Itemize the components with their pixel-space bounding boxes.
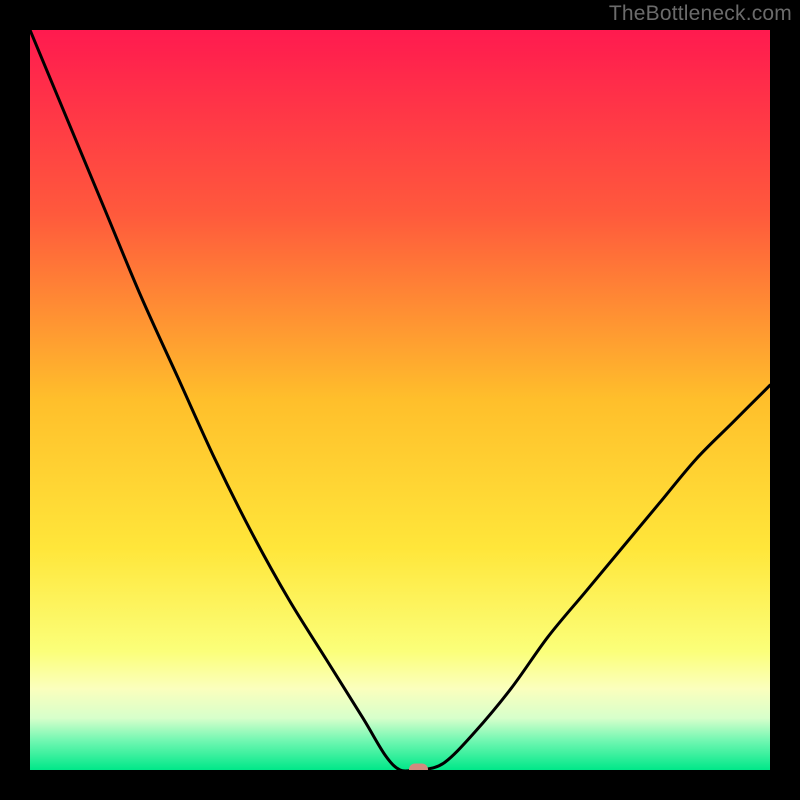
optimal-point-marker [409, 764, 428, 771]
markers-group [409, 764, 428, 771]
chart-container: TheBottleneck.com [0, 0, 800, 800]
bottleneck-chart [30, 30, 770, 770]
gradient-background [30, 30, 770, 770]
plot-area [30, 30, 770, 770]
watermark-text: TheBottleneck.com [609, 2, 792, 26]
